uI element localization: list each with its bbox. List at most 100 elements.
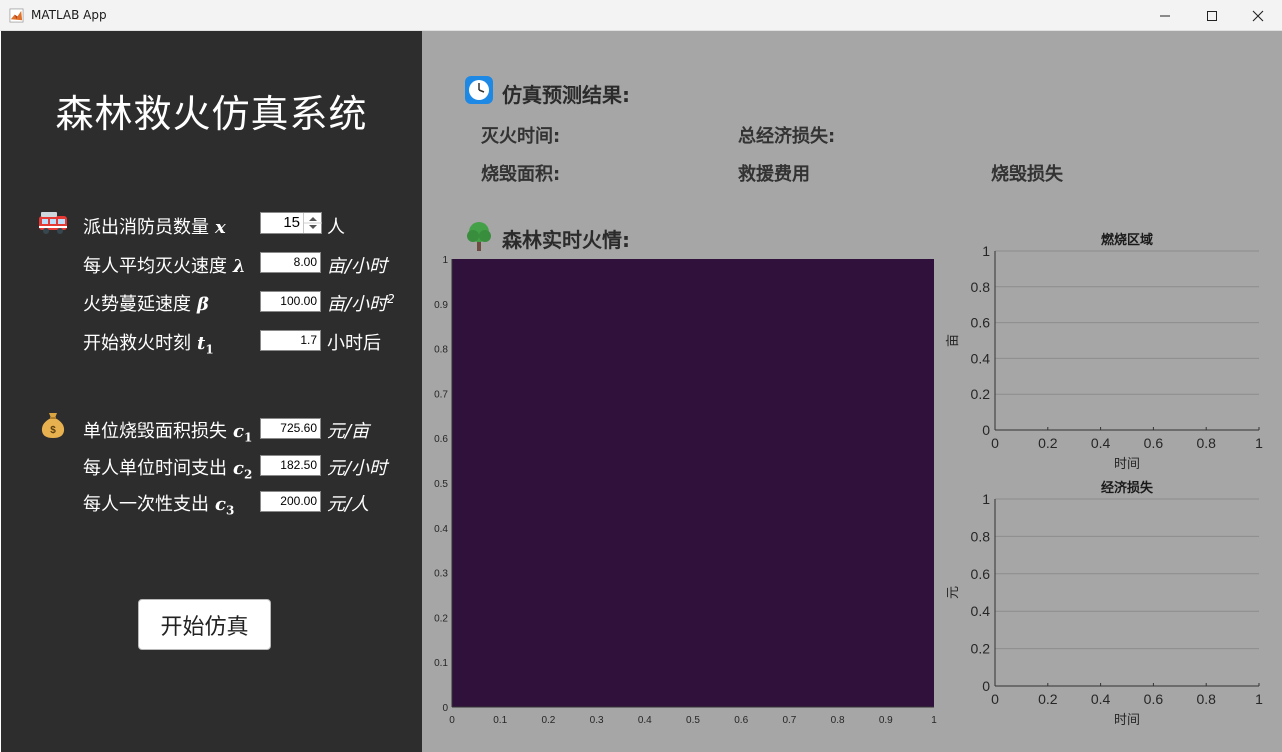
heatmap-y-tick-label: 1: [442, 255, 448, 266]
start-time-label: 开始救火时刻 t1: [83, 329, 214, 357]
x-tick-label: 0.6: [1144, 691, 1164, 707]
heatmap-x-tick-label: 0: [449, 715, 455, 726]
x-tick-label: 1: [1255, 435, 1263, 451]
maximize-icon: [1207, 10, 1217, 21]
heatmap-y-tick-label: 0.5: [434, 479, 448, 490]
symbol-subscript: 1: [205, 342, 214, 357]
param-symbol: c1: [233, 421, 253, 445]
x-tick-label: 0.2: [1038, 435, 1058, 451]
heatmap-y-tick-label: 0.3: [434, 569, 448, 580]
one-time-cost-input[interactable]: 200.00: [260, 491, 321, 512]
heatmap-x-tick-label: 0.5: [686, 715, 700, 726]
heatmap-y-tick-label: 0.9: [434, 300, 448, 311]
x-tick-label: 0.6: [1144, 435, 1164, 451]
close-button[interactable]: [1235, 0, 1281, 31]
y-tick-label: 1: [982, 491, 990, 507]
y-tick-label: 0.6: [971, 566, 991, 582]
symbol-subscript: 3: [225, 503, 235, 518]
results-panel: 仿真预测结果: 灭火时间: 总经济损失: 烧毁面积: 救援费用 烧毁损失 森林实…: [422, 31, 1282, 752]
chart-title: 经济损失: [1101, 480, 1154, 495]
money-bag-icon: $: [41, 413, 65, 438]
window-title-bar: MATLAB App: [0, 0, 1282, 31]
symbol-base: c: [233, 421, 244, 442]
symbol-base: c: [215, 494, 226, 515]
spinner-up-down-icon[interactable]: [304, 213, 322, 233]
x-tick-label: 0.8: [1196, 435, 1216, 451]
param-symbol: x: [215, 217, 226, 238]
unit-area-loss-unit: 元/亩: [327, 421, 370, 442]
x-tick-label: 0.2: [1038, 691, 1058, 707]
y-tick-label: 0.6: [971, 315, 991, 331]
heatmap-x-tick-label: 0.3: [590, 715, 604, 726]
param-symbol: β: [197, 294, 209, 315]
firefighter-count-label: 派出消防员数量 x: [83, 213, 226, 239]
param-label-text: 每人一次性支出: [83, 494, 209, 515]
spread-speed-input[interactable]: 100.00: [260, 291, 321, 312]
start-time-input[interactable]: 1.7: [260, 330, 321, 351]
spinner-arrows[interactable]: [303, 213, 322, 233]
extinguish-speed-unit: 亩/小时: [327, 256, 388, 277]
heatmap-x-tick-label: 0.8: [831, 715, 845, 726]
spread-speed-unit: 亩/小时2: [327, 290, 395, 316]
minimize-button[interactable]: [1142, 0, 1188, 31]
param-label-text: 开始救火时刻: [83, 333, 191, 354]
x-tick-label: 0: [991, 435, 999, 451]
heatmap-x-tick-label: 0.1: [493, 715, 507, 726]
y-axis-label: 元: [945, 586, 960, 599]
parameter-panel: 森林救火仿真系统 $ 派出消防员数量 x 15 人 每人平均灭火速度 λ 8.0…: [1, 31, 422, 752]
heatmap-x-tick-label: 1: [931, 715, 937, 726]
heatmap-y-tick-label: 0.1: [434, 658, 448, 669]
unit-text: 亩/小时: [327, 294, 388, 315]
param-symbol: λ: [233, 256, 246, 277]
matlab-logo-icon: [9, 8, 24, 23]
charts-canvas: 0 0.1 0.2 0.3 0.4 0.5 0.6 0.7 0.8 0.9 1 0 0.1 0.2 0.3 0…: [434, 232, 1263, 727]
spread-speed-label: 火势蔓延速度 β: [83, 290, 209, 316]
window-title: MATLAB App: [31, 8, 107, 22]
app-heading: 森林救火仿真系统: [55, 92, 368, 136]
start-simulation-button[interactable]: 开始仿真: [138, 599, 271, 650]
per-person-time-cost-input[interactable]: 182.50: [260, 455, 321, 476]
unit-area-loss-input[interactable]: 725.60: [260, 418, 321, 439]
minimize-icon: [1160, 15, 1170, 16]
y-tick-label: 1: [982, 243, 990, 259]
chart-title: 燃烧区域: [1101, 232, 1153, 247]
fire-engine-icon: [39, 212, 67, 234]
y-axis-label: 亩: [945, 334, 960, 347]
per-person-time-cost-label: 每人单位时间支出 c2: [83, 454, 252, 482]
heatmap-x-tick-label: 0.2: [541, 715, 555, 726]
param-label-text: 单位烧毁面积损失: [83, 421, 227, 442]
firefighter-count-value[interactable]: 15: [261, 213, 302, 233]
heatmap-y-tick-label: 0.7: [434, 389, 448, 400]
y-tick-label: 0.8: [971, 528, 991, 544]
y-tick-label: 0: [982, 422, 990, 438]
y-tick-label: 0.4: [971, 350, 991, 366]
x-tick-label: 0.8: [1196, 691, 1216, 707]
maximize-button[interactable]: [1189, 0, 1235, 31]
param-label-text: 派出消防员数量: [83, 217, 209, 238]
param-label-text: 每人单位时间支出: [83, 458, 227, 479]
symbol-subscript: 1: [243, 430, 253, 445]
param-symbol: c3: [215, 494, 235, 518]
start-time-unit: 小时后: [327, 333, 381, 354]
heatmap-y-tick-label: 0.4: [434, 524, 448, 535]
heatmap-x-tick-label: 0.7: [782, 715, 796, 726]
heatmap-y-tick-label: 0.6: [434, 434, 448, 445]
extinguish-speed-input[interactable]: 8.00: [260, 252, 321, 273]
y-tick-label: 0.2: [971, 386, 991, 402]
x-axis-label: 时间: [1114, 456, 1140, 471]
unit-area-loss-label: 单位烧毁面积损失 c1: [83, 417, 252, 445]
heatmap-x-tick-label: 0.6: [734, 715, 748, 726]
x-axis-label: 时间: [1114, 712, 1140, 727]
heatmap-x-tick-label: 0.9: [879, 715, 893, 726]
param-symbol: c2: [233, 458, 253, 482]
x-tick-label: 0.4: [1091, 691, 1111, 707]
y-tick-label: 0.8: [971, 279, 991, 295]
symbol-subscript: 2: [243, 467, 253, 482]
param-label-text: 火势蔓延速度: [83, 294, 191, 315]
close-icon: [1252, 10, 1264, 21]
firefighter-count-spinner[interactable]: 15: [260, 212, 322, 234]
heatmap-y-tick-label: 0.8: [434, 345, 448, 356]
param-symbol: t1: [197, 333, 214, 357]
symbol-base: c: [233, 458, 244, 479]
y-tick-label: 0: [982, 678, 990, 694]
